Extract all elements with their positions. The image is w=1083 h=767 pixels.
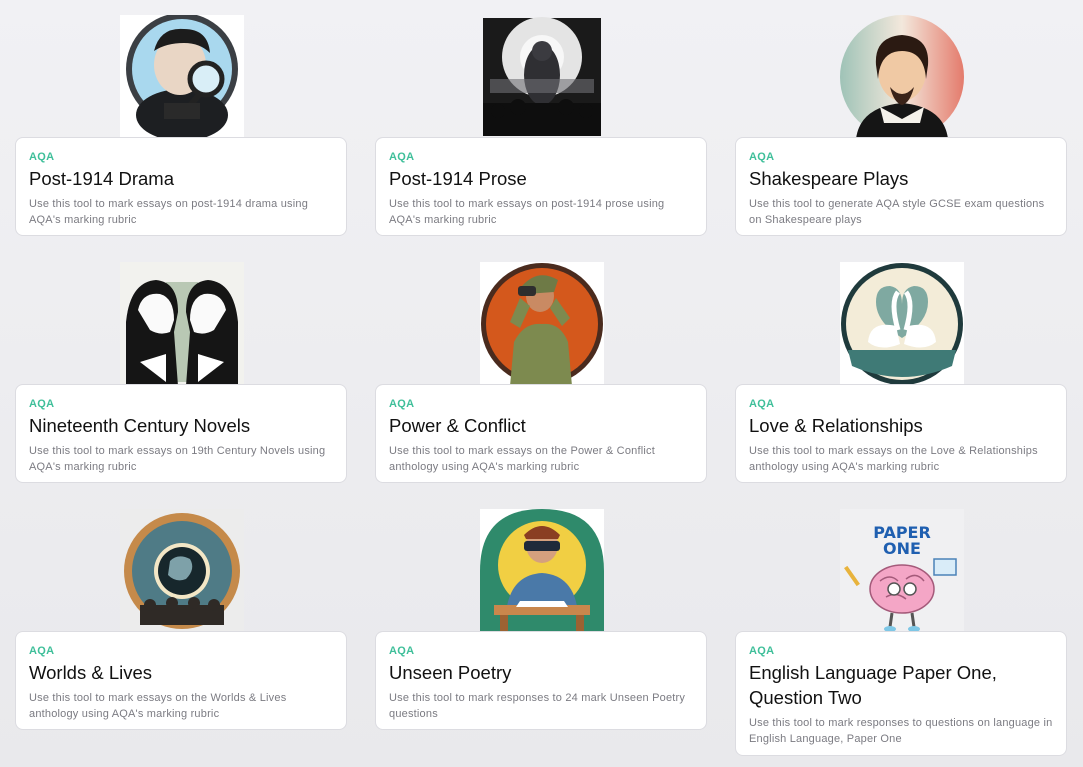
- brain-mascot-icon: PAPER ONE: [840, 509, 964, 633]
- exam-board-tag: AQA: [29, 151, 55, 163]
- exam-board-tag: AQA: [389, 645, 415, 657]
- tool-card[interactable]: AQA Love & Relationships Use this tool t…: [735, 384, 1067, 483]
- tool-card[interactable]: AQA Power & Conflict Use this tool to ma…: [375, 384, 707, 483]
- exam-board-tag: AQA: [29, 645, 55, 657]
- tool-title: Post-1914 Drama: [29, 168, 174, 189]
- tool-description: Use this tool to mark essays on post-191…: [389, 198, 665, 226]
- exam-board-tag: AQA: [749, 398, 775, 410]
- blindfolded-writer-icon: [480, 509, 604, 633]
- exam-board-tag: AQA: [749, 151, 775, 163]
- tool-description: Use this tool to mark essays on the Love…: [749, 445, 1038, 473]
- tool-card[interactable]: AQA Post-1914 Prose Use this tool to mar…: [375, 137, 707, 236]
- tool-title: Shakespeare Plays: [749, 168, 909, 189]
- shakespeare-portrait-icon: [840, 15, 964, 139]
- brain-mascot-logo-text-2: ONE: [883, 539, 921, 558]
- pig-speech-crowd-icon: [480, 15, 604, 139]
- tool-title: Worlds & Lives: [29, 662, 153, 683]
- tool-description: Use this tool to mark essays on the Worl…: [29, 692, 287, 720]
- tool-card[interactable]: AQA Post-1914 Drama Use this tool to mar…: [15, 137, 347, 236]
- detective-magnifier-icon: [120, 15, 244, 139]
- tool-card[interactable]: AQA Unseen Poetry Use this tool to mark …: [375, 631, 707, 730]
- soldier-binoculars-icon: [480, 262, 604, 386]
- tool-description: Use this tool to mark responses to 24 ma…: [389, 692, 686, 720]
- globe-crowd-icon: [120, 509, 244, 633]
- tool-title: Power & Conflict: [389, 415, 526, 436]
- two-gentlemen-book-icon: [120, 262, 244, 386]
- exam-board-tag: AQA: [389, 151, 415, 163]
- tool-grid: AQA Post-1914 Drama Use this tool to mar…: [0, 0, 1083, 767]
- tool-description: Use this tool to mark responses to quest…: [749, 717, 1053, 745]
- swans-heart-icon: [840, 262, 964, 386]
- exam-board-tag: AQA: [389, 398, 415, 410]
- tool-description: Use this tool to mark essays on post-191…: [29, 198, 309, 226]
- tool-title: Post-1914 Prose: [389, 168, 527, 189]
- tool-card[interactable]: AQA Nineteenth Century Novels Use this t…: [15, 384, 347, 483]
- tool-description: Use this tool to mark essays on the Powe…: [389, 445, 655, 473]
- tool-title: Nineteenth Century Novels: [29, 415, 251, 436]
- tool-card[interactable]: AQA Shakespeare Plays Use this tool to g…: [735, 137, 1067, 236]
- tool-card[interactable]: AQA Worlds & Lives Use this tool to mark…: [15, 631, 347, 730]
- exam-board-tag: AQA: [29, 398, 55, 410]
- tool-title: English Language Paper One, Question Two: [749, 662, 997, 708]
- exam-board-tag: AQA: [749, 645, 775, 657]
- tool-title: Unseen Poetry: [389, 662, 512, 683]
- tool-description: Use this tool to generate AQA style GCSE…: [749, 198, 1045, 226]
- tool-title: Love & Relationships: [749, 415, 923, 436]
- tool-description: Use this tool to mark essays on 19th Cen…: [29, 445, 326, 473]
- tool-card[interactable]: AQA English Language Paper One, Question…: [735, 631, 1067, 756]
